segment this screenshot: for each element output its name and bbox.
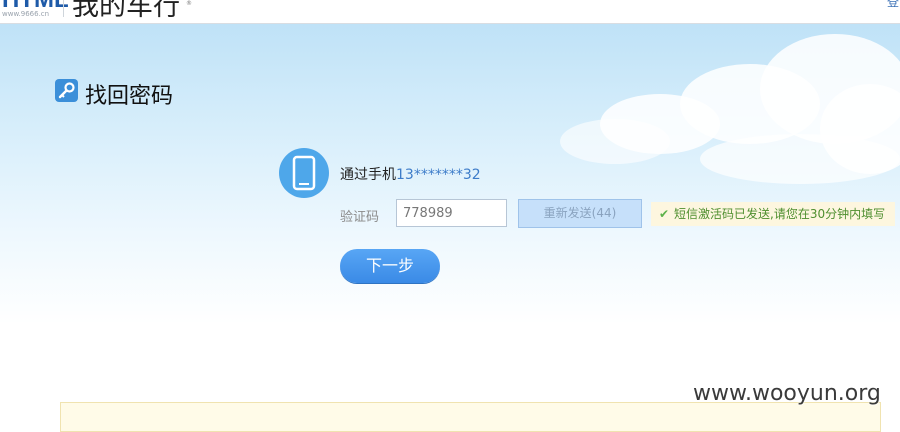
cloud	[700, 134, 900, 184]
mobile-phone-icon	[279, 148, 329, 198]
tip-text: 短信激活码已发送,请您在30分钟内填写	[674, 207, 886, 221]
resend-code-button[interactable]: 重新发送(44)	[518, 199, 642, 228]
watermark: www.wooyun.org	[693, 381, 881, 406]
header-divider	[63, 0, 64, 17]
registered-mark: ®	[186, 0, 192, 7]
next-step-button[interactable]: 下一步	[340, 249, 440, 283]
notice-box	[60, 402, 881, 432]
sms-sent-tip: ✔ 短信激活码已发送,请您在30分钟内填写	[651, 202, 895, 226]
site-title: 我的车行	[72, 0, 180, 22]
page-title: 找回密码	[85, 84, 174, 109]
phone-verify-line: 通过手机13*******32	[340, 164, 481, 184]
logo-url: www.9666.cn	[2, 10, 50, 18]
key-icon	[55, 79, 78, 102]
cloud	[560, 119, 670, 164]
verify-method-label: 通过手机	[340, 167, 396, 183]
login-link[interactable]: 登	[887, 0, 899, 10]
check-icon: ✔	[659, 207, 670, 221]
masked-phone-number: 13*******32	[396, 167, 481, 183]
code-label: 验证码	[340, 210, 380, 225]
verification-code-input[interactable]	[396, 199, 507, 227]
top-header: HTML www.9666.cn 我的车行 ® 登	[0, 0, 900, 24]
